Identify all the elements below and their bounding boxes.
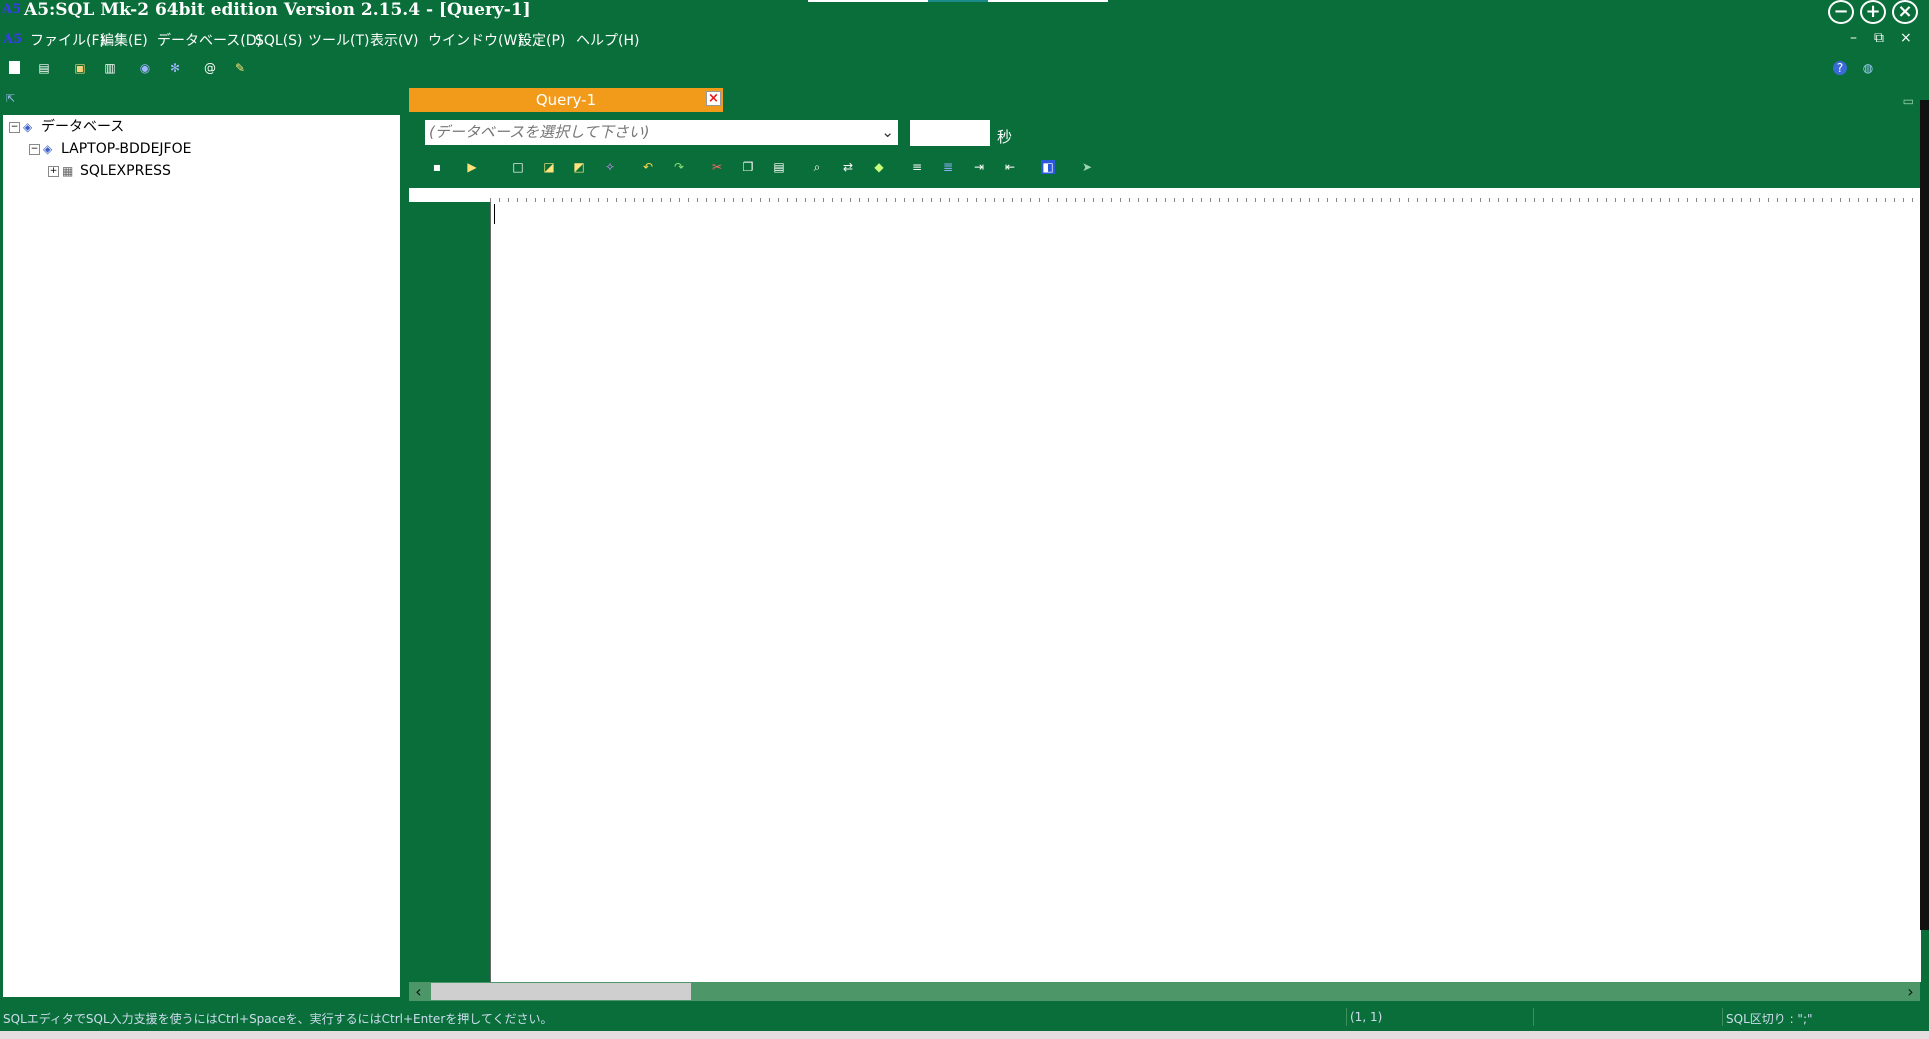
redo-icon[interactable]: ↷ — [672, 160, 686, 174]
new-file-icon[interactable] — [9, 61, 20, 74]
cut-icon[interactable]: ✂ — [710, 160, 724, 174]
tab-strip: Query-1 × ▭ — [409, 88, 1920, 112]
format-icon[interactable]: ◆ — [872, 160, 886, 174]
tab-close-icon[interactable]: × — [706, 91, 721, 106]
chevron-down-icon[interactable]: ⌄ — [881, 120, 894, 145]
ruler-corner — [409, 188, 490, 202]
database-tree: − ◈ データベース − ◈ LAPTOP-BDDEJFOE + ▦ SQLEXPRESS — [3, 115, 400, 997]
copy-icon[interactable]: ❐ — [741, 160, 755, 174]
mdi-restore-button[interactable]: ⧉ — [1874, 30, 1884, 46]
timeout-input[interactable] — [910, 120, 990, 146]
app-icon: A5 — [2, 2, 22, 17]
mdi-close-button[interactable]: × — [1900, 30, 1912, 46]
status-bar: SQLエディタでSQL入力支援を使うにはCtrl+Spaceを、実行するにはCt… — [0, 1006, 1929, 1028]
menu-window[interactable]: ウインドウ(W) — [428, 32, 523, 50]
panel-pin-icon[interactable]: ⇱ — [6, 92, 15, 105]
menu-help[interactable]: ヘルプ(H) — [576, 32, 639, 50]
server-icon: ◈ — [43, 142, 53, 156]
menu-bar: A5 ファイル(F) 編集(E) データベース(D) SQL(S) ツール(T)… — [0, 30, 1929, 52]
collapse-icon[interactable]: − — [29, 143, 40, 155]
menu-settings[interactable]: 設定(P) — [518, 32, 565, 50]
collapse-icon[interactable]: − — [9, 121, 20, 133]
status-divider — [1722, 1008, 1723, 1026]
mdi-minimize-button[interactable]: – — [1850, 30, 1857, 46]
window-title: A5:SQL Mk-2 64bit edition Version 2.15.4… — [24, 0, 531, 20]
uncomment-icon[interactable]: ≣ — [941, 160, 955, 174]
tree-item-root[interactable]: − ◈ データベース — [9, 118, 124, 136]
horizontal-scrollbar[interactable]: ‹ › — [409, 982, 1920, 1001]
tab-query-1[interactable]: Query-1 × — [409, 88, 723, 112]
vertical-scrollbar[interactable] — [1920, 100, 1929, 930]
outdent-icon[interactable]: ⇤ — [1003, 160, 1017, 174]
copy-db-icon[interactable]: ▥ — [103, 61, 117, 75]
status-divider — [1533, 1008, 1534, 1026]
database-icon: ◈ — [23, 120, 33, 134]
line-number-gutter — [409, 202, 490, 982]
indent-icon[interactable]: ⇥ — [972, 160, 986, 174]
replace-icon[interactable]: ⇄ — [841, 160, 855, 174]
save-icon[interactable]: ▪ — [430, 160, 444, 174]
seconds-label: 秒 — [997, 128, 1013, 146]
minimize-button[interactable]: − — [1828, 0, 1854, 24]
folder-icon[interactable]: ▣ — [73, 61, 87, 75]
open-file-icon[interactable]: ▤ — [37, 61, 51, 75]
editor-ruler — [490, 188, 1920, 203]
scroll-thumb[interactable] — [431, 983, 691, 1000]
stop-icon[interactable]: □ — [511, 160, 525, 174]
title-accent-line-2 — [988, 0, 1108, 2]
status-divider — [1346, 1008, 1347, 1026]
title-accent-line — [808, 0, 928, 2]
database-select[interactable]: (データベースを選択して下さい) ⌄ — [425, 120, 898, 145]
find-icon[interactable]: ⌕ — [810, 160, 824, 174]
menu-file[interactable]: ファイル(F) — [30, 32, 105, 50]
status-cursor-position: (1, 1) — [1350, 1010, 1383, 1024]
tab-label: Query-1 — [535, 91, 597, 109]
title-bar: A5 A5:SQL Mk-2 64bit edition Version 2.1… — [0, 0, 1929, 24]
cursor-icon[interactable]: ➤ — [1080, 160, 1094, 174]
text-caret — [494, 204, 495, 224]
comment-icon[interactable]: ≡ — [910, 160, 924, 174]
web-icon[interactable]: ◍ — [1861, 61, 1875, 75]
menu-edit[interactable]: 編集(E) — [100, 32, 148, 50]
tree-label-instance: SQLEXPRESS — [80, 163, 171, 179]
undo-icon[interactable]: ↶ — [641, 160, 655, 174]
menu-database[interactable]: データベース(D) — [157, 32, 262, 50]
status-hint: SQLエディタでSQL入力支援を使うにはCtrl+Spaceを、実行するにはCt… — [3, 1012, 553, 1026]
tree-item-instance[interactable]: + ▦ SQLEXPRESS — [48, 162, 171, 180]
menu-tools[interactable]: ツール(T) — [308, 32, 369, 50]
tree-label-root: データベース — [41, 119, 125, 135]
script-icon[interactable]: ✎ — [233, 61, 247, 75]
tab-list-icon[interactable]: ▭ — [1903, 94, 1914, 108]
database-icon[interactable]: ◉ — [138, 61, 152, 75]
database-select-placeholder: (データベースを選択して下さい) — [429, 123, 650, 141]
explain2-icon[interactable]: ◩ — [572, 160, 586, 174]
paste-icon[interactable]: ▤ — [772, 160, 786, 174]
layout-icon[interactable]: ◧ — [1041, 160, 1055, 174]
tree-item-server[interactable]: − ◈ LAPTOP-BDDEJFOE — [29, 140, 191, 158]
status-delimiter: SQL区切り : ";" — [1726, 1012, 1813, 1026]
scroll-left-icon[interactable]: ‹ — [409, 982, 428, 1001]
grid-icon[interactable]: ✻ — [168, 61, 182, 75]
at-icon[interactable]: @ — [203, 61, 217, 75]
expand-icon[interactable]: + — [48, 165, 59, 177]
help-icon[interactable]: ? — [1833, 61, 1847, 75]
clear-icon[interactable]: ✧ — [603, 160, 617, 174]
close-button[interactable]: × — [1892, 0, 1918, 24]
menu-sql[interactable]: SQL(S) — [255, 32, 303, 50]
sql-editor[interactable] — [490, 202, 1921, 982]
menu-view[interactable]: 表示(V) — [370, 32, 419, 50]
title-accent-line-teal — [928, 0, 988, 2]
tree-label-server: LAPTOP-BDDEJFOE — [61, 141, 192, 157]
run-icon[interactable]: ▶ — [465, 160, 479, 174]
menu-app-icon[interactable]: A5 — [3, 32, 22, 47]
scroll-right-icon[interactable]: › — [1901, 982, 1920, 1001]
instance-icon: ▦ — [62, 164, 74, 178]
explain-icon[interactable]: ◪ — [542, 160, 556, 174]
taskbar-strip — [0, 1031, 1929, 1039]
maximize-button[interactable]: + — [1860, 0, 1886, 24]
